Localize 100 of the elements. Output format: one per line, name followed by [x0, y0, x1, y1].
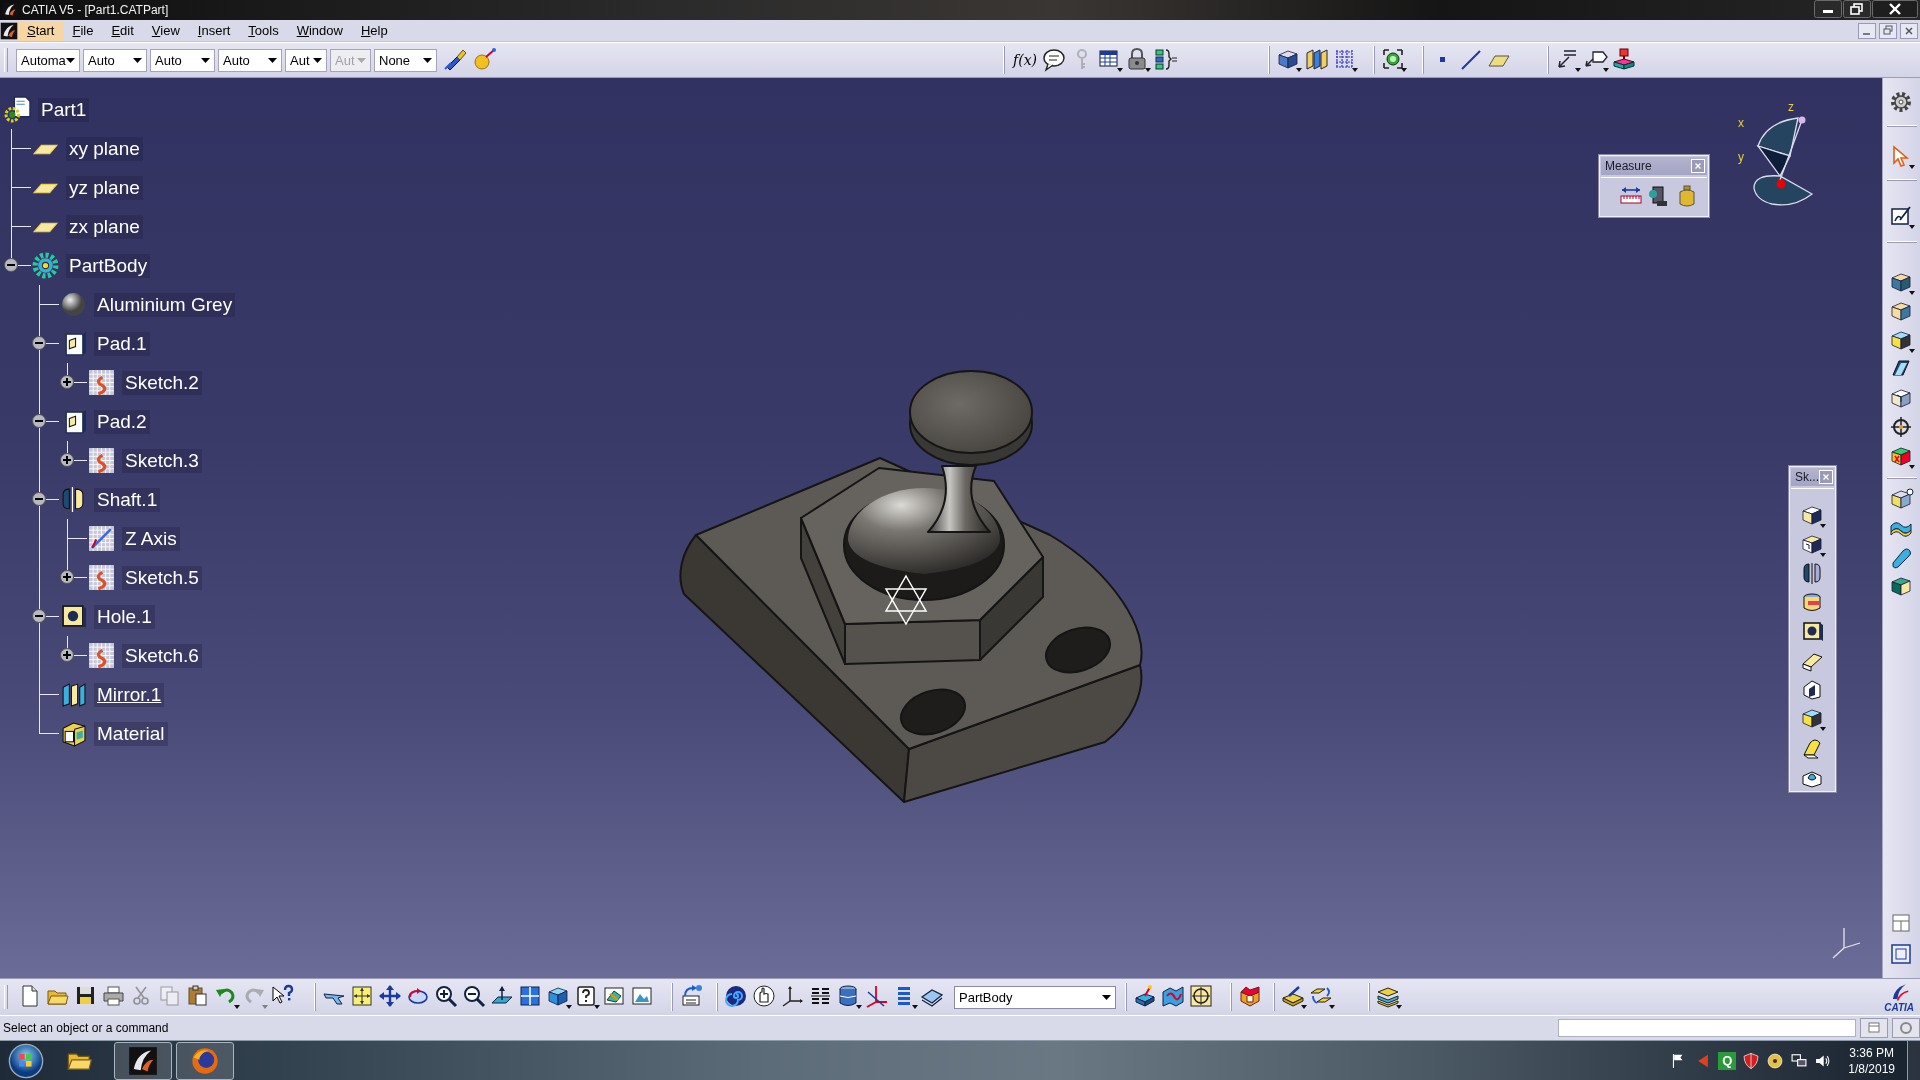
zoom-in-icon[interactable]: [434, 984, 460, 1010]
tray-badge[interactable]: Q: [1718, 1051, 1737, 1070]
stamp-icon[interactable]: [1611, 47, 1637, 73]
dropdown[interactable]: Auto: [150, 48, 215, 72]
brace-list-icon[interactable]: [1153, 47, 1179, 73]
cube-icon[interactable]: [1799, 532, 1826, 558]
sketch-grid-icon: [88, 642, 115, 669]
minus-icon[interactable]: [4, 258, 18, 272]
tree-item[interactable]: Mirror.1: [94, 682, 165, 707]
cube-icon[interactable]: [1276, 47, 1302, 73]
plus-icon[interactable]: [60, 375, 74, 389]
menu-item[interactable]: Window: [287, 20, 352, 41]
cog-icon: [32, 252, 59, 279]
menu-item[interactable]: Insert: [188, 20, 240, 41]
brush-icon[interactable]: [443, 47, 469, 73]
minimize-icon[interactable]: [1814, 0, 1842, 18]
dropdown[interactable]: None: [374, 48, 437, 72]
menu-item[interactable]: Start: [18, 20, 64, 41]
taskbar-button[interactable]: [114, 1041, 172, 1080]
cylinder-icon[interactable]: [836, 984, 862, 1010]
body-dropdown[interactable]: PartBody: [954, 985, 1116, 1009]
tree-item[interactable]: Sketch.3: [122, 448, 202, 473]
show-desktop-button[interactable]: [1907, 1041, 1920, 1080]
ring-icon[interactable]: [1892, 1018, 1920, 1038]
axis-label: x: [1738, 116, 1744, 130]
formula-button[interactable]: f(x): [1011, 52, 1039, 68]
speech-bubble-icon[interactable]: [1041, 47, 1067, 73]
tree-item[interactable]: Pad.2: [94, 409, 150, 434]
annotation-arrow-icon[interactable]: [1555, 47, 1581, 73]
zoom-out-icon[interactable]: [462, 984, 488, 1010]
tree-item[interactable]: Pad.1: [94, 331, 150, 356]
command-field[interactable]: [1558, 1019, 1856, 1037]
cube-icon[interactable]: [1888, 270, 1915, 296]
menu-item[interactable]: File: [63, 20, 103, 41]
crossed-axes-icon[interactable]: [864, 984, 890, 1010]
dropdown[interactable]: Auto: [83, 48, 147, 72]
surface-map-icon[interactable]: [1161, 984, 1187, 1010]
sphere-wand-icon[interactable]: [472, 47, 498, 73]
menu-item[interactable]: Help: [351, 20, 397, 41]
cube-view-icon[interactable]: [546, 984, 572, 1010]
axis-grid-icon: [88, 525, 115, 552]
menu-item[interactable]: View: [142, 20, 189, 41]
window-title: CATIA V5 - [Part1.CATPart]: [22, 3, 170, 17]
crossed-cube-icon[interactable]: [1888, 444, 1915, 470]
shield-icon[interactable]: [1742, 1051, 1761, 1070]
sketch-grid-icon: [88, 369, 115, 396]
start-orb-icon[interactable]: [8, 1042, 44, 1079]
close-icon[interactable]: [1872, 0, 1918, 18]
disc-icon[interactable]: [1766, 1051, 1785, 1070]
tree-item[interactable]: Sketch.2: [122, 370, 202, 395]
hand-icon[interactable]: [752, 984, 778, 1010]
caret-icon: [268, 57, 277, 63]
menu-item[interactable]: Edit: [102, 20, 143, 41]
window-icon[interactable]: [1860, 1018, 1888, 1038]
tree-item[interactable]: zx plane: [66, 214, 143, 239]
question-box-icon[interactable]: [574, 984, 600, 1010]
dropdown[interactable]: Automa: [16, 48, 80, 72]
plus-icon[interactable]: [60, 453, 74, 467]
close-icon[interactable]: [1900, 22, 1918, 39]
caret-icon: [423, 57, 432, 63]
panels-icon[interactable]: [1304, 47, 1330, 73]
toolbar-title: Sk...: [1795, 470, 1819, 484]
minus-icon[interactable]: [32, 609, 46, 623]
minus-icon[interactable]: [32, 492, 46, 506]
tree-item[interactable]: Aluminium Grey: [94, 292, 236, 317]
restore-icon[interactable]: [1843, 0, 1871, 18]
tray-pen-icon[interactable]: [1281, 984, 1307, 1010]
swap-planes-icon[interactable]: [1309, 984, 1335, 1010]
plus-icon[interactable]: [60, 570, 74, 584]
tree-item[interactable]: Sketch.6: [122, 643, 202, 668]
stacked-layers-icon[interactable]: [1376, 984, 1402, 1010]
cube-icon[interactable]: [1799, 503, 1826, 529]
padlock-icon[interactable]: [1125, 47, 1151, 73]
sphere-icon: [60, 291, 87, 318]
dropdown[interactable]: Aut: [285, 48, 327, 72]
minus-icon[interactable]: [32, 336, 46, 350]
tree-item[interactable]: Material: [94, 721, 168, 746]
tree-item[interactable]: Part1: [38, 97, 90, 122]
app-icon[interactable]: [0, 21, 18, 40]
plus-icon[interactable]: [60, 648, 74, 662]
tree-item[interactable]: Z Axis: [122, 526, 180, 551]
clock-date[interactable]: 1/8/2019: [1848, 1060, 1895, 1077]
minus-icon[interactable]: [32, 414, 46, 428]
axis-label: z: [1788, 100, 1794, 114]
crosshair-box-icon[interactable]: [1189, 984, 1215, 1010]
tree-item[interactable]: yz plane: [66, 175, 143, 200]
tree-item[interactable]: Hole.1: [94, 604, 155, 629]
table-icon[interactable]: [1097, 47, 1123, 73]
tree-item[interactable]: PartBody: [66, 253, 151, 278]
tree-item[interactable]: Sketch.5: [122, 565, 202, 590]
tree-item[interactable]: xy plane: [66, 136, 143, 161]
3d-viewport[interactable]: Part1 xy plane yz plane zx plane PartBody Aluminium Grey Pad.1 Sketch.2 Pad.2 Sketch.3 Shaft.1 Z Axis Sketch.5 Hole.1 Sketch.6 Mirror.1 Material Measure z x y Sk...: [0, 78, 1882, 978]
cube-icon[interactable]: [1888, 328, 1915, 354]
menu-item[interactable]: Tools: [239, 20, 288, 41]
cube-icon[interactable]: [1799, 706, 1826, 732]
sketch-icon[interactable]: [1888, 204, 1915, 230]
dropdown[interactable]: Auto: [218, 48, 282, 72]
tree-item[interactable]: Shaft.1: [94, 487, 161, 512]
target-icon[interactable]: [1381, 47, 1407, 73]
clock-time[interactable]: 3:36 PM: [1849, 1044, 1894, 1061]
